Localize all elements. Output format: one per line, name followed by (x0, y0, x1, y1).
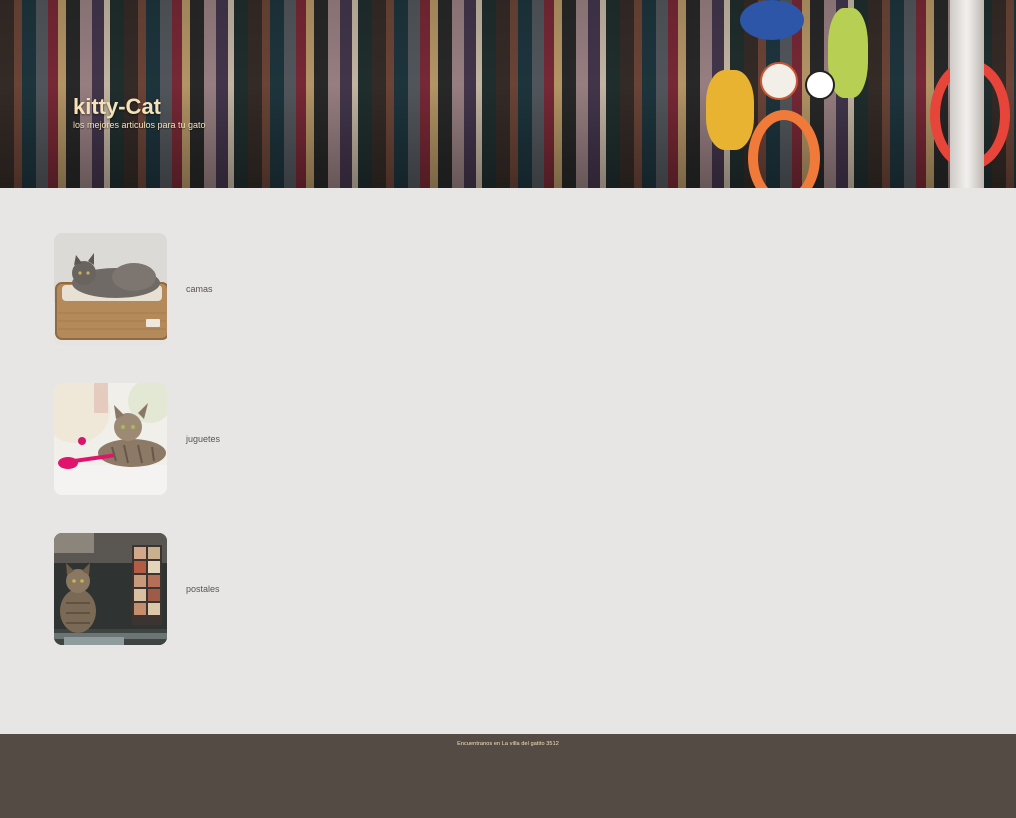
footer: Encuentranos en La villa del gatito 3512 (0, 734, 1016, 818)
site-subtitle: los mejores articulos para tu gato (73, 120, 206, 130)
category-label[interactable]: postales (186, 584, 220, 594)
footer-address: Encuentranos en La villa del gatito 3512 (457, 741, 559, 747)
toy-decoration (740, 0, 804, 40)
category-item-juguetes[interactable]: juguetes (54, 383, 454, 495)
category-image-juguetes[interactable] (54, 383, 167, 495)
pole-decoration (950, 0, 984, 188)
kitten-with-toy-photo (54, 383, 167, 495)
category-label[interactable]: camas (186, 284, 213, 294)
hero-banner: kitty-Cat los mejores articulos para tu … (0, 0, 1016, 188)
cat-on-bed-photo (54, 233, 167, 345)
category-image-postales[interactable] (54, 533, 167, 645)
category-item-camas[interactable]: camas (54, 233, 454, 345)
toy-ball-decoration (805, 70, 835, 100)
brand: kitty-Cat los mejores articulos para tu … (73, 94, 206, 131)
site-title[interactable]: kitty-Cat (73, 94, 206, 120)
category-label[interactable]: juguetes (186, 434, 220, 444)
cat-with-postcards-photo (54, 533, 167, 645)
toy-decoration (706, 70, 754, 150)
toy-ball-decoration (760, 62, 798, 100)
category-item-postales[interactable]: postales (54, 533, 454, 645)
category-image-camas[interactable] (54, 233, 167, 345)
category-list: camas juguetes postales (0, 188, 1016, 734)
